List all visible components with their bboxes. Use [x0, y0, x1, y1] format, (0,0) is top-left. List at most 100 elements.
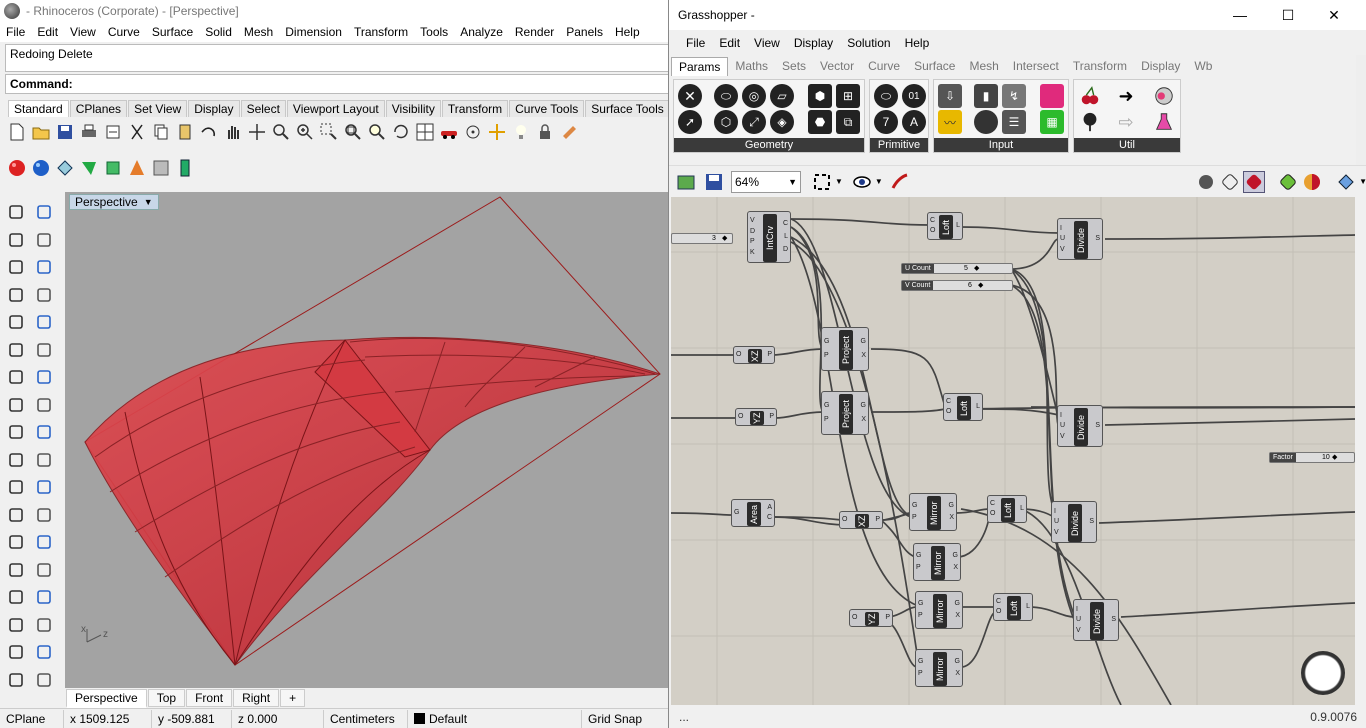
- output-pin[interactable]: P: [875, 516, 880, 523]
- point-icon[interactable]: [34, 202, 56, 224]
- green-shape-icon[interactable]: [78, 157, 100, 179]
- circle-icon[interactable]: [6, 257, 28, 279]
- paint-icon[interactable]: [34, 670, 56, 692]
- toolbar-tab-set-view[interactable]: Set View: [128, 100, 188, 117]
- gh-menu-file[interactable]: File: [679, 36, 712, 50]
- output-pin[interactable]: X: [861, 352, 866, 359]
- menu-panels[interactable]: Panels: [560, 25, 609, 39]
- paste-icon[interactable]: [174, 121, 196, 143]
- zoom-dropdown-arrow-icon[interactable]: ▼: [835, 177, 843, 186]
- zoom-window-icon[interactable]: [318, 121, 340, 143]
- gh-component-xz-1[interactable]: XZ O P: [733, 346, 775, 364]
- add-viewport-tab-button[interactable]: +: [280, 689, 306, 707]
- green-cube-icon[interactable]: [102, 157, 124, 179]
- output-pin[interactable]: S: [1089, 518, 1094, 525]
- display-dropdown-arrow-icon[interactable]: ▼: [1359, 177, 1366, 186]
- input-pin[interactable]: U: [1054, 518, 1059, 525]
- gh-tab-sets[interactable]: Sets: [775, 57, 813, 75]
- ribbon-caption-input[interactable]: Input: [934, 138, 1068, 152]
- gh-canvas[interactable]: IntCrv V D P K C L D Loft C O L Divide I U V S XZ O P Projec…: [671, 197, 1355, 705]
- surface-edit-icon[interactable]: [34, 340, 56, 362]
- preview-dropdown-arrow-icon[interactable]: ▼: [875, 177, 883, 186]
- input-pin[interactable]: P: [824, 352, 829, 359]
- surface-param-icon[interactable]: ▱: [770, 84, 794, 108]
- gh-tab-maths[interactable]: Maths: [728, 57, 775, 75]
- viewport-label[interactable]: Perspective ▼: [69, 194, 159, 210]
- input-pin[interactable]: G: [912, 502, 917, 509]
- gh-component-yz-1[interactable]: YZ O P: [735, 408, 777, 426]
- undo-icon[interactable]: [198, 121, 220, 143]
- input-pin[interactable]: G: [824, 402, 829, 409]
- input-pin[interactable]: O: [738, 413, 743, 420]
- arc-icon[interactable]: [6, 285, 28, 307]
- cluster-icon[interactable]: [1152, 84, 1176, 108]
- button-icon[interactable]: [974, 110, 998, 134]
- input-pin[interactable]: O: [930, 227, 935, 234]
- mesh-icon[interactable]: [6, 422, 28, 444]
- scale-icon[interactable]: [34, 505, 56, 527]
- align-icon[interactable]: [34, 615, 56, 637]
- gh-tab-mesh[interactable]: Mesh: [962, 57, 1005, 75]
- material-sphere-icon[interactable]: [1301, 171, 1323, 193]
- gh-menu-edit[interactable]: Edit: [712, 36, 747, 50]
- polygon-icon[interactable]: [6, 312, 28, 334]
- mirror-icon[interactable]: [34, 560, 56, 582]
- ribbon-caption-geometry[interactable]: Geometry: [674, 138, 864, 152]
- output-pin[interactable]: G: [861, 402, 866, 409]
- gh-tab-surface[interactable]: Surface: [907, 57, 962, 75]
- output-pin[interactable]: C: [767, 514, 772, 521]
- menu-file[interactable]: File: [0, 25, 31, 39]
- viewport-tab-top[interactable]: Top: [147, 689, 186, 707]
- array-icon[interactable]: [6, 560, 28, 582]
- point-param-icon[interactable]: ✕: [678, 84, 702, 108]
- grid-lines-icon[interactable]: [34, 587, 56, 609]
- car-icon[interactable]: [438, 121, 460, 143]
- input-pin[interactable]: C: [996, 598, 1001, 605]
- fillet-icon[interactable]: [34, 312, 56, 334]
- menu-analyze[interactable]: Analyze: [454, 25, 509, 39]
- gh-component-divide-1[interactable]: Divide I U V S: [1057, 218, 1103, 260]
- output-pin[interactable]: L: [1020, 505, 1024, 512]
- slider-n3[interactable]: 3 ◆: [671, 233, 733, 244]
- output-pin[interactable]: C: [783, 220, 788, 227]
- zoom-extents-icon[interactable]: [811, 171, 833, 193]
- output-pin[interactable]: X: [953, 564, 958, 571]
- ribbon-scrollbar[interactable]: [1356, 55, 1366, 165]
- preview-eye-icon[interactable]: [851, 171, 873, 193]
- gh-component-intcrv[interactable]: IntCrv V D P K C L D: [747, 211, 791, 263]
- input-pin[interactable]: G: [918, 658, 923, 665]
- input-pin[interactable]: U: [1060, 422, 1065, 429]
- gh-tab-vector[interactable]: Vector: [813, 57, 861, 75]
- viewport-tab-perspective[interactable]: Perspective: [66, 688, 147, 708]
- input-pin[interactable]: O: [736, 351, 741, 358]
- open-folder-icon[interactable]: [30, 121, 52, 143]
- output-pin[interactable]: G: [949, 502, 954, 509]
- arc-param-icon[interactable]: ◎: [742, 84, 766, 108]
- gh-component-mirror-4[interactable]: Mirror G P G X: [915, 649, 963, 687]
- navigation-compass-icon[interactable]: [1301, 651, 1345, 695]
- input-pin[interactable]: P: [750, 238, 755, 245]
- toolbar-tab-visibility[interactable]: Visibility: [385, 100, 441, 117]
- output-pin[interactable]: S: [1095, 235, 1100, 242]
- slider-knob-icon[interactable]: ◆: [1332, 453, 1337, 461]
- gh-tab-curve[interactable]: Curve: [861, 57, 907, 75]
- input-pin[interactable]: O: [842, 516, 847, 523]
- viewport-tab-front[interactable]: Front: [186, 689, 233, 707]
- pan-hand-icon[interactable]: [222, 121, 244, 143]
- gh-component-mirror-3[interactable]: Mirror G P G X: [915, 591, 963, 629]
- dimension-icon[interactable]: [34, 532, 56, 554]
- rotate-view-icon[interactable]: [246, 121, 268, 143]
- output-pin[interactable]: G: [953, 552, 958, 559]
- blue-sphere-icon[interactable]: [30, 157, 52, 179]
- arrow-right-dark-icon[interactable]: ➜: [1114, 84, 1138, 108]
- cone-icon[interactable]: [126, 157, 148, 179]
- mesh-param-icon[interactable]: ⬣: [808, 110, 832, 134]
- viewport-tab-right[interactable]: Right: [233, 689, 280, 707]
- group-icon[interactable]: [6, 477, 28, 499]
- light-bulb-icon[interactable]: [510, 121, 532, 143]
- curve-points-icon[interactable]: [34, 230, 56, 252]
- toolbar-tab-select[interactable]: Select: [240, 100, 286, 117]
- chevron-down-icon[interactable]: ▼: [788, 177, 797, 187]
- import-icon[interactable]: [102, 121, 124, 143]
- texture-icon[interactable]: [150, 157, 172, 179]
